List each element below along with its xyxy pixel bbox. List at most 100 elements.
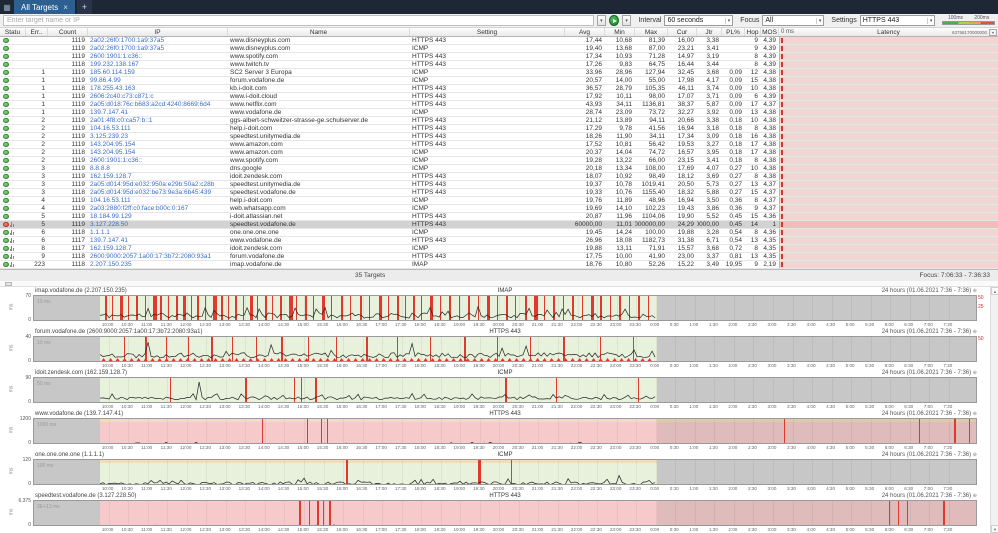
graph-plot[interactable]: 10 ms [33, 295, 977, 321]
column-header-ip[interactable]: IP [88, 28, 228, 36]
table-row[interactable]: 2 1119 2600:1901:1:c36:: www.spotify.com ICM… [0, 157, 998, 165]
latency-sparkline[interactable] [779, 189, 998, 196]
column-header-pl%[interactable]: PL% [722, 28, 745, 36]
play-options-dropdown-icon[interactable]: ▾ [621, 15, 632, 26]
table-row[interactable]: 1119 2a02:26f0:1700:1a9:37a5 www.disneyplu… [0, 37, 998, 45]
latency-sparkline[interactable] [779, 229, 998, 236]
tab-close-icon[interactable]: × [63, 3, 68, 12]
graph-plot[interactable]: 1000 ms [33, 418, 977, 444]
latency-sparkline[interactable] [779, 133, 998, 140]
column-header-avg[interactable]: Avg [565, 28, 605, 36]
column-header-statu[interactable]: Statu [0, 28, 26, 36]
table-row[interactable]: 6 1117 139.7.147.41 www.vodafone.de HTTPS 44… [0, 237, 998, 245]
table-row[interactable]: 1 1119 2606:2c40:c73:c871:c www.i-doit.clou… [0, 93, 998, 101]
column-header-count[interactable]: Count [48, 28, 88, 36]
scroll-down-icon[interactable]: ▼ [991, 525, 998, 533]
latency-sparkline[interactable] [779, 157, 998, 164]
table-row[interactable]: 9 1118 2600:9000:2057:1a00:17:3b72:2080:93… [0, 253, 998, 261]
column-header-jtr[interactable]: Jtr [697, 28, 722, 36]
table-row[interactable]: 1119 2a02:26f0:1700:1a9:37a5 www.disneyplu… [0, 45, 998, 53]
latency-sparkline[interactable] [779, 221, 998, 228]
tab-all-targets[interactable]: All Targets × [14, 0, 75, 14]
focus-select[interactable]: All ▾ [762, 15, 825, 26]
latency-sparkline[interactable] [779, 125, 998, 132]
table-row[interactable]: 8 1117 162.159.128.7 idoit.zendesk.com ICMP 1… [0, 245, 998, 253]
column-header-cur[interactable]: Cur [668, 28, 697, 36]
latency-sparkline[interactable] [779, 117, 998, 124]
latency-sparkline[interactable] [779, 181, 998, 188]
zoom-period-icon[interactable]: ⊕ [973, 370, 977, 376]
column-header-mos[interactable]: MOS [761, 28, 779, 36]
column-header-err[interactable]: Err.. [26, 28, 48, 36]
latency-sparkline[interactable] [779, 261, 998, 268]
table-row[interactable]: 5 1119 18.184.99.129 i-doit.atlassian.net HT… [0, 213, 998, 221]
table-row[interactable]: 6 1118 1.1.1.1 one.one.one.one ICMP 19,45 14,2… [0, 229, 998, 237]
latency-sparkline[interactable] [779, 93, 998, 100]
column-header-name[interactable]: Name [228, 28, 410, 36]
graph-plot[interactable]: 50 ms [33, 377, 977, 403]
search-input[interactable] [3, 15, 594, 26]
latency-options-dropdown[interactable]: ▾ [989, 28, 997, 36]
latency-sparkline[interactable] [779, 245, 998, 252]
latency-sparkline[interactable] [779, 141, 998, 148]
zoom-period-icon[interactable]: ⊕ [973, 493, 977, 499]
latency-sparkline[interactable] [779, 45, 998, 52]
latency-sparkline[interactable] [779, 85, 998, 92]
table-row[interactable]: 2 1119 3.125.239.23 speedtest.unitymedia.de… [0, 133, 998, 141]
table-row[interactable]: 1119 2600:1901:1:c36:: www.spotify.com HTTP… [0, 53, 998, 61]
table-row[interactable]: 3 1119 2a05:d014:95d:e032:950a:e29b:50a2:c… [0, 181, 998, 189]
table-row[interactable]: 3 1118 2a05:d014:95d:e032:be73:9e3a:6b45:4… [0, 189, 998, 197]
latency-sparkline[interactable] [779, 197, 998, 204]
settings-select[interactable]: HTTPS 443 ▾ [859, 15, 936, 26]
zoom-period-icon[interactable]: ⊕ [973, 288, 977, 294]
table-row[interactable]: 5 1119 3.127.228.50 speedtest.vodafone.de HT… [0, 221, 998, 229]
column-header-latency[interactable]: 0 ms Latency 63758170000000 ▾ [779, 28, 998, 36]
zoom-period-icon[interactable]: ⊕ [973, 452, 977, 458]
latency-sparkline[interactable] [779, 69, 998, 76]
column-header-max[interactable]: Max [635, 28, 668, 36]
latency-sparkline[interactable] [779, 109, 998, 116]
zoom-period-icon[interactable]: ⊕ [973, 329, 977, 335]
latency-sparkline[interactable] [779, 101, 998, 108]
graph-plot[interactable]: 3E+13 ms [33, 500, 977, 526]
latency-sparkline[interactable] [779, 165, 998, 172]
table-row[interactable]: 1 1118 178.255.43.163 kb.i-doit.com HTTPS 44… [0, 85, 998, 93]
latency-sparkline[interactable] [779, 37, 998, 44]
table-row[interactable]: 4 1119 104.16.53.111 help.i-doit.com ICMP 19,… [0, 197, 998, 205]
column-header-min[interactable]: Min [605, 28, 635, 36]
latency-sparkline[interactable] [779, 173, 998, 180]
table-row[interactable]: 2 1119 143.204.95.154 www.amazon.com HTTPS 4… [0, 141, 998, 149]
scroll-up-icon[interactable]: ▲ [991, 287, 998, 295]
table-row[interactable]: 4 1119 2a03:2880:f2ff:c0:face:b00c:0:167 we… [0, 205, 998, 213]
column-header-setting[interactable]: Setting [410, 28, 565, 36]
target-dropdown-icon[interactable]: ▾ [596, 15, 607, 26]
table-row[interactable]: 1118 199.232.138.167 www.twitch.tv HTTPS 44… [0, 61, 998, 69]
table-row[interactable]: 1 1119 2a05:d018:76c:b683:a2cd:4240:8669:6… [0, 101, 998, 109]
latency-sparkline[interactable] [779, 77, 998, 84]
latency-sparkline[interactable] [779, 53, 998, 60]
latency-sparkline[interactable] [779, 205, 998, 212]
latency-sparkline[interactable] [779, 61, 998, 68]
play-button[interactable] [609, 15, 619, 26]
splitter-grip-icon[interactable] [5, 281, 12, 286]
table-row[interactable]: 1 1119 185.60.114.159 SC2 Server 3 Europa IC… [0, 69, 998, 77]
table-row[interactable]: 3 1119 8.8.8.8 dns.google ICMP 20,18 13,34 108,… [0, 165, 998, 173]
table-row[interactable]: 3 1119 162.159.128.7 idoit.zendesk.com HTTPS… [0, 173, 998, 181]
latency-sparkline[interactable] [779, 237, 998, 244]
latency-sparkline[interactable] [779, 253, 998, 260]
graph-plot[interactable]: 100 ms [33, 459, 977, 485]
zoom-period-icon[interactable]: ⊕ [973, 411, 977, 417]
latency-sparkline[interactable] [779, 149, 998, 156]
new-tab-button[interactable]: + [76, 0, 92, 14]
table-row[interactable]: 2 1119 2a01:4f8:c0:ca57:b::1 ggs-albert-sch… [0, 117, 998, 125]
latency-sparkline[interactable] [779, 213, 998, 220]
table-row[interactable]: 223 1118 2.207.150.235 imap.vodafone.de IMAP… [0, 261, 998, 269]
graphs-scrollbar[interactable]: ▲ ▼ [990, 287, 998, 533]
table-row[interactable]: 2 1119 104.16.53.111 help.i-doit.com HTTPS 4… [0, 125, 998, 133]
interval-select[interactable]: 60 seconds ▾ [664, 15, 734, 26]
table-row[interactable]: 2 1118 143.204.95.154 www.amazon.com ICMP 20,… [0, 149, 998, 157]
graph-plot[interactable]: 10 ms [33, 336, 977, 362]
table-row[interactable]: 1 1119 99.86.4.99 forum.vodafone.de ICMP 20,5… [0, 77, 998, 85]
column-header-hop[interactable]: Hop [745, 28, 761, 36]
table-row[interactable]: 1 1119 139.7.147.41 www.vodafone.de ICMP 28,7… [0, 109, 998, 117]
